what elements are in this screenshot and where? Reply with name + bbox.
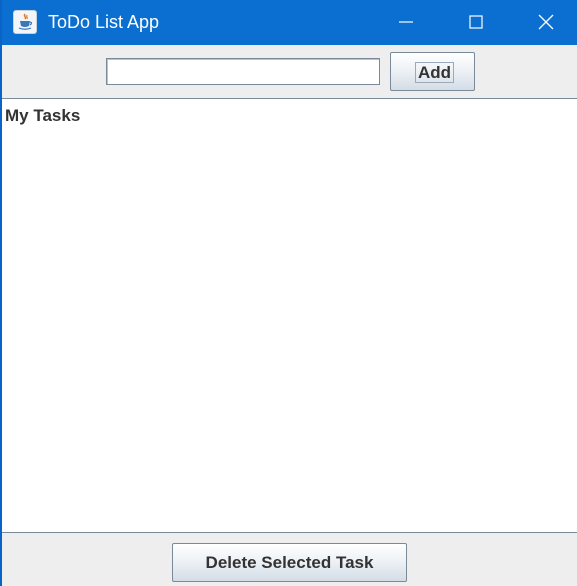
add-button[interactable]: Add xyxy=(390,52,475,91)
input-toolbar: Add xyxy=(2,45,577,99)
task-input[interactable] xyxy=(106,58,380,85)
close-button[interactable] xyxy=(523,0,569,45)
java-cup-icon xyxy=(13,10,37,34)
title-bar[interactable]: ToDo List App xyxy=(2,0,577,45)
window-title: ToDo List App xyxy=(48,12,160,32)
minimize-button[interactable] xyxy=(383,0,429,45)
delete-selected-task-button[interactable]: Delete Selected Task xyxy=(172,543,407,582)
minimize-icon xyxy=(399,21,413,23)
maximize-icon xyxy=(469,15,483,29)
app-window: ToDo List App Add My Tasks Delete Select… xyxy=(0,0,577,586)
maximize-button[interactable] xyxy=(453,0,499,45)
task-list-title: My Tasks xyxy=(5,106,81,125)
add-button-label: Add xyxy=(415,62,455,83)
close-icon xyxy=(538,14,554,30)
task-list-panel[interactable]: My Tasks xyxy=(2,99,577,532)
bottom-toolbar: Delete Selected Task xyxy=(2,532,577,586)
